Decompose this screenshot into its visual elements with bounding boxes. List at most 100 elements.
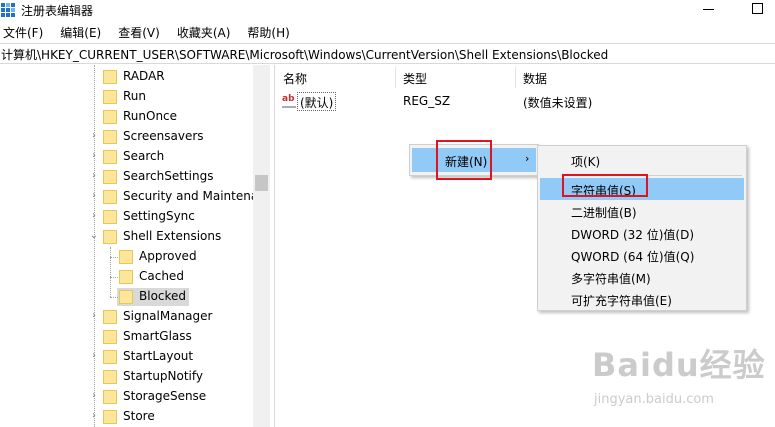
- submenu-item-qword-value[interactable]: QWORD (64 位)值(Q): [540, 244, 744, 266]
- column-type-header[interactable]: 类型: [403, 70, 427, 87]
- tree-item-label: RunOnce: [123, 109, 178, 123]
- folder-icon: [103, 170, 117, 184]
- watermark-url: jingyan.baidu.com: [594, 392, 714, 407]
- folder-icon: [103, 150, 117, 164]
- folder-icon: [103, 370, 117, 384]
- value-data: (数值未设置): [523, 96, 593, 110]
- tree-guide-line: [110, 297, 118, 298]
- submenu-item-label: 可扩充字符串值(E): [571, 294, 672, 308]
- value-type: REG_SZ: [403, 94, 451, 108]
- tree-item-label: Screensavers: [123, 129, 204, 143]
- tree-item[interactable]: › Security and Maintena: [0, 187, 253, 207]
- tree-item-label: SmartGlass: [123, 329, 192, 343]
- tree-item[interactable]: › StorageSense: [0, 387, 253, 407]
- submenu-item-key[interactable]: 项(K): [540, 149, 744, 171]
- tree-item-label: Store: [123, 409, 155, 423]
- baidu-watermark: Baidu经验 jingyan.baidu.com: [592, 340, 772, 420]
- column-name-header[interactable]: 名称: [283, 70, 307, 87]
- tree-guide-line: [110, 257, 118, 258]
- menu-favorites[interactable]: 收藏夹(A): [174, 22, 231, 42]
- tree-item[interactable]: ⌄ Shell Extensions: [0, 227, 253, 247]
- list-row[interactable]: ab (默认) REG_SZ (数值未设置): [276, 91, 775, 113]
- submenu-item-label: DWORD (32 位)值(D): [571, 228, 694, 242]
- menu-bar: 文件(F) 编辑(E) 查看(V) 收藏夹(A) 帮助(H): [0, 22, 775, 42]
- tree-item[interactable]: › Store: [0, 407, 253, 427]
- column-separator[interactable]: [395, 66, 396, 88]
- maximize-button[interactable]: [752, 3, 763, 14]
- tree-item-label: SettingSync: [123, 209, 195, 223]
- annotation-box-string-value: [562, 174, 648, 197]
- tree-item[interactable]: › StartLayout: [0, 347, 253, 367]
- submenu-item-label: QWORD (64 位)值(Q): [571, 250, 695, 264]
- annotation-box-new: [436, 140, 492, 180]
- tree-scrollbar-thumb[interactable]: [255, 175, 268, 191]
- submenu-item-expandable-string-value[interactable]: 可扩充字符串值(E): [540, 288, 744, 310]
- tree-item[interactable]: SmartGlass: [0, 327, 253, 347]
- tree-item[interactable]: › SettingSync: [0, 207, 253, 227]
- tree-item-label: StartupNotify: [123, 369, 204, 383]
- tree-item-label: Blocked: [139, 289, 187, 303]
- list-header: 名称 类型 数据: [276, 66, 775, 88]
- tree-item[interactable]: RADAR: [0, 67, 253, 87]
- title-bar: 注册表编辑器: [0, 0, 775, 22]
- tree-item[interactable]: Approved: [0, 247, 253, 267]
- address-bar[interactable]: 计算机\HKEY_CURRENT_USER\SOFTWARE\Microsoft…: [0, 43, 775, 64]
- folder-icon: [103, 330, 117, 344]
- folder-icon: [119, 250, 133, 264]
- folder-icon: [119, 270, 133, 284]
- submenu-item-multi-string-value[interactable]: 多字符串值(M): [540, 266, 744, 288]
- tree-item-label: SignalManager: [123, 309, 213, 323]
- tree-item-label: Shell Extensions: [123, 229, 222, 243]
- tree-item[interactable]: RunOnce: [0, 107, 253, 127]
- folder-icon: [103, 210, 117, 224]
- column-separator[interactable]: [515, 66, 516, 88]
- column-data-header[interactable]: 数据: [523, 70, 547, 87]
- tree-item-label: Approved: [139, 249, 197, 263]
- tree-item-label: Security and Maintena: [123, 189, 253, 203]
- string-value-icon: ab: [282, 94, 296, 108]
- tree-item-label: Search: [123, 149, 165, 163]
- folder-icon: [103, 90, 117, 104]
- tree-guide-line: [110, 277, 118, 278]
- tree-item-label: StartLayout: [123, 349, 194, 363]
- submenu-item-label: 二进制值(B): [571, 206, 637, 220]
- tree-scrollbar[interactable]: [253, 65, 270, 427]
- tree-item-label: StorageSense: [123, 389, 207, 403]
- folder-icon: [103, 410, 117, 424]
- submenu-item-label: 项(K): [571, 155, 601, 169]
- tree-item[interactable]: › SignalManager: [0, 307, 253, 327]
- folder-icon: [103, 190, 117, 204]
- folder-icon: [103, 70, 117, 84]
- chevron-right-icon: ›: [525, 152, 530, 165]
- menu-edit[interactable]: 编辑(E): [57, 22, 101, 42]
- folder-icon: [119, 290, 133, 304]
- tree-item-label: Cached: [139, 269, 184, 283]
- submenu-item-dword-value[interactable]: DWORD (32 位)值(D): [540, 222, 744, 244]
- tree-item[interactable]: Run: [0, 87, 253, 107]
- value-name: (默认): [297, 92, 337, 111]
- folder-icon: [103, 310, 117, 324]
- tree-guide-line: [94, 65, 95, 427]
- menu-file[interactable]: 文件(F): [0, 22, 43, 42]
- tree-item[interactable]: › Screensavers: [0, 127, 253, 147]
- menu-view[interactable]: 查看(V): [115, 22, 160, 42]
- tree-item[interactable]: Blocked: [0, 287, 253, 307]
- new-submenu: 项(K) 字符串值(S) 二进制值(B) DWORD (32 位)值(D) QW…: [537, 145, 747, 311]
- tree-item[interactable]: StartupNotify: [0, 367, 253, 387]
- submenu-item-binary-value[interactable]: 二进制值(B): [540, 200, 744, 222]
- tree-item[interactable]: › Search: [0, 147, 253, 167]
- tree-item[interactable]: › SearchSettings: [0, 167, 253, 187]
- tree-item[interactable]: Cached: [0, 267, 253, 287]
- folder-icon: [103, 230, 117, 244]
- minimize-button[interactable]: [703, 9, 714, 10]
- tree-item-label: Run: [123, 89, 147, 103]
- tree-item-label: RADAR: [123, 69, 165, 83]
- regedit-icon: [1, 3, 15, 17]
- tree-item-label: SearchSettings: [123, 169, 214, 183]
- folder-icon: [103, 130, 117, 144]
- pane-splitter[interactable]: [270, 65, 275, 427]
- registry-tree: RADAR Run RunOnce › Screensavers › Search › Sear…: [0, 65, 253, 427]
- folder-icon: [103, 390, 117, 404]
- menu-help[interactable]: 帮助(H): [244, 22, 289, 42]
- submenu-item-label: 多字符串值(M): [571, 272, 651, 286]
